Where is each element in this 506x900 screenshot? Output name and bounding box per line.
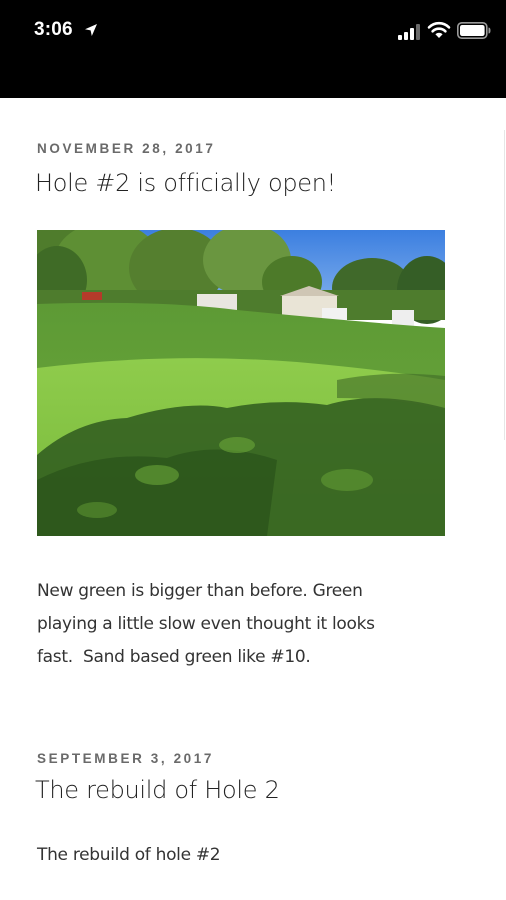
status-time: 3:06 (34, 19, 73, 40)
status-bar: 3:06 (0, 0, 506, 98)
post-title-link[interactable]: The rebuild of Hole 2 (35, 776, 280, 804)
cellular-signal-icon (398, 24, 420, 40)
post-title-link[interactable]: Hole #2 is officially open! (35, 169, 336, 197)
post-date: SEPTEMBER 3, 2017 (37, 751, 215, 766)
post-date: NOVEMBER 28, 2017 (37, 141, 216, 156)
page-edge-divider (504, 130, 505, 440)
golf-green-photo[interactable] (37, 230, 445, 536)
wifi-icon (427, 21, 451, 38)
location-arrow-icon (85, 24, 97, 36)
post-excerpt: The rebuild of hole #2 (37, 845, 221, 865)
post-excerpt: New green is bigger than before. Green p… (37, 581, 375, 667)
battery-icon (457, 22, 491, 39)
